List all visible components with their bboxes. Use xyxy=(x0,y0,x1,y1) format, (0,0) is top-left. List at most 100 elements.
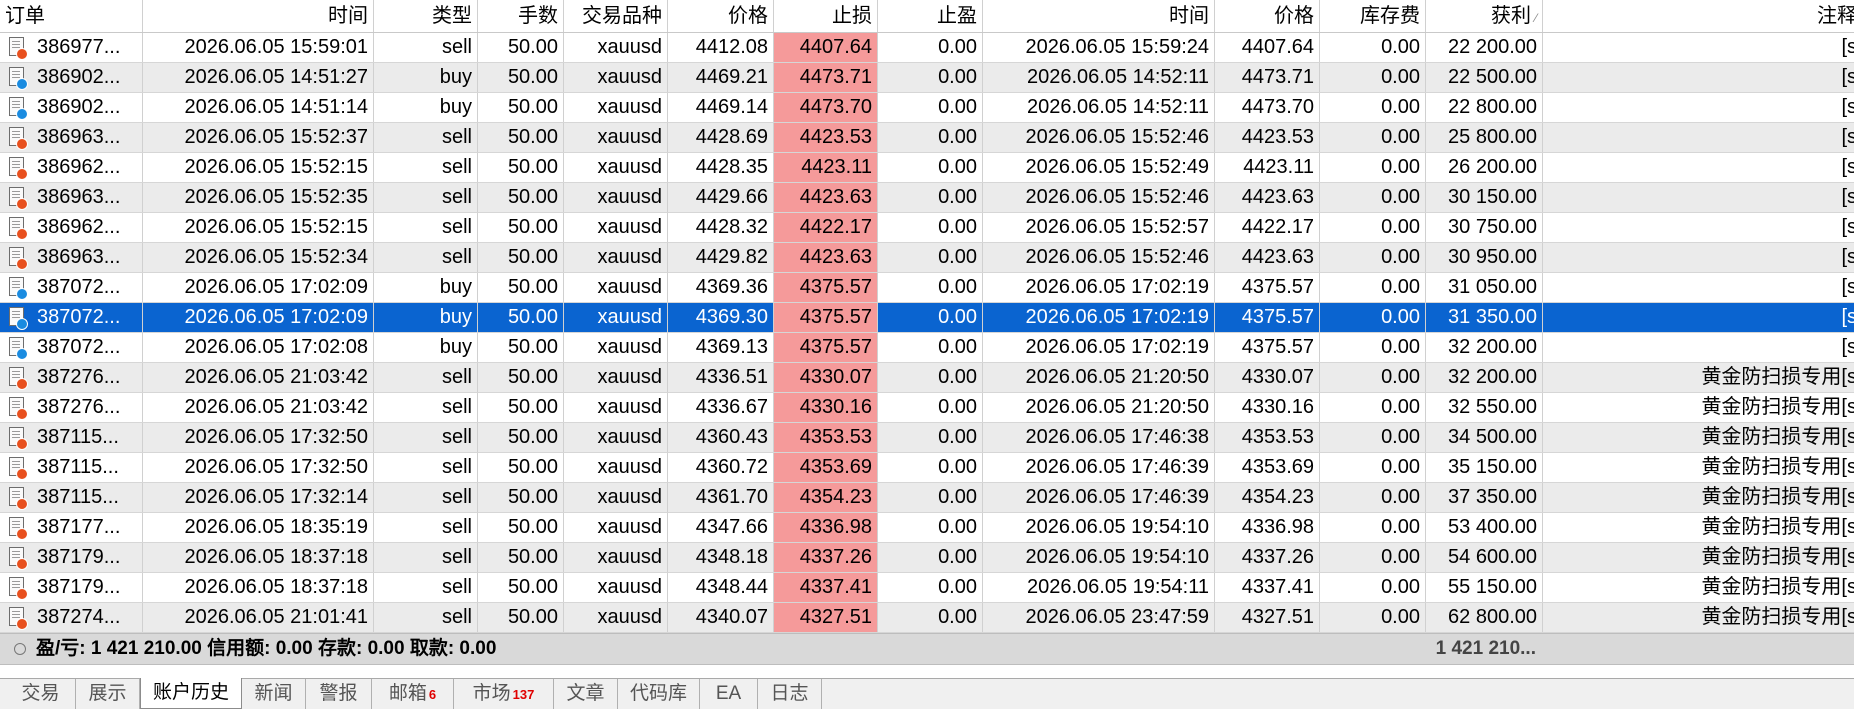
order-direction-dot xyxy=(16,498,28,510)
column-label: 注释 xyxy=(1817,5,1854,27)
order-direction-dot xyxy=(16,348,28,360)
sell-order-icon xyxy=(9,367,28,390)
col-symbol-header[interactable]: 交易品种 xyxy=(564,0,668,32)
col-close-time-cell: 2026.06.05 15:52:46 xyxy=(983,123,1215,152)
col-type-header[interactable]: 类型 xyxy=(374,0,478,32)
table-row[interactable]: 387115... 2026.06.05 17:32:50 sell 50.00 xau… xyxy=(0,453,1854,483)
col-take-profit-cell: 0.00 xyxy=(878,153,983,182)
tab-label: 邮箱 xyxy=(388,683,427,704)
tab-5[interactable]: 邮箱 6 xyxy=(372,679,454,709)
col-swap-header[interactable]: 库存费 xyxy=(1320,0,1426,32)
col-close-time-header[interactable]: 时间 xyxy=(983,0,1215,32)
table-row[interactable]: 386963... 2026.06.05 15:52:37 sell 50.00 xau… xyxy=(0,123,1854,153)
col-close-price-header[interactable]: 价格 xyxy=(1215,0,1320,32)
table-row[interactable]: 387115... 2026.06.05 17:32:50 sell 50.00 xau… xyxy=(0,423,1854,453)
col-take-profit-header[interactable]: 止盈 xyxy=(878,0,983,32)
sell-order-icon xyxy=(9,577,28,600)
table-row[interactable]: 386977... 2026.06.05 15:59:01 sell 50.00 xau… xyxy=(0,33,1854,63)
col-comment-cell: 黄金防扫损专用[s xyxy=(1543,513,1854,542)
table-row[interactable]: 386963... 2026.06.05 15:52:34 sell 50.00 xau… xyxy=(0,243,1854,273)
col-open-time-cell: 2026.06.05 15:52:37 xyxy=(143,123,374,152)
buy-order-icon xyxy=(9,67,28,90)
table-row[interactable]: 387115... 2026.06.05 17:32:14 sell 50.00 xau… xyxy=(0,483,1854,513)
col-open-time-cell: 2026.06.05 18:37:18 xyxy=(143,543,374,572)
col-open-time-cell: 2026.06.05 21:03:42 xyxy=(143,363,374,392)
tab-3[interactable]: 新闻 xyxy=(242,679,306,709)
table-row[interactable]: 387072... 2026.06.05 17:02:09 buy 50.00 xauu… xyxy=(0,273,1854,303)
col-swap-cell: 0.00 xyxy=(1320,543,1426,572)
table-row[interactable]: 386902... 2026.06.05 14:51:27 buy 50.00 xauu… xyxy=(0,63,1854,93)
col-close-price-cell: 4336.98 xyxy=(1215,513,1320,542)
tab-2[interactable]: 账户历史 xyxy=(140,678,242,709)
order-number: 386963... xyxy=(37,126,121,148)
col-open-price-cell: 4369.36 xyxy=(668,273,774,302)
order-number: 387115... xyxy=(37,456,119,478)
col-open-time-cell: 2026.06.05 18:37:18 xyxy=(143,573,374,602)
table-row[interactable]: 386962... 2026.06.05 15:52:15 sell 50.00 xau… xyxy=(0,153,1854,183)
sell-order-icon xyxy=(9,487,28,510)
column-label: 获利 xyxy=(1490,5,1531,27)
tab-9[interactable]: EA xyxy=(700,679,758,709)
col-comment-header[interactable]: 注释 xyxy=(1543,0,1854,32)
tab-6[interactable]: 市场 137 xyxy=(454,679,554,709)
col-stop-loss-cell: 4353.53 xyxy=(774,423,878,452)
tab-10[interactable]: 日志 xyxy=(758,679,822,709)
col-volume-cell: 50.00 xyxy=(478,123,564,152)
col-open-price-cell: 4340.07 xyxy=(668,603,774,632)
col-order-cell: 387115... xyxy=(0,483,143,512)
col-stop-loss-cell: 4353.69 xyxy=(774,453,878,482)
table-body: 386977... 2026.06.05 15:59:01 sell 50.00 xau… xyxy=(0,33,1854,633)
order-number: 386977... xyxy=(37,36,121,58)
table-row[interactable]: 387276... 2026.06.05 21:03:42 sell 50.00 xau… xyxy=(0,363,1854,393)
column-label: 订单 xyxy=(5,5,45,27)
tab-7[interactable]: 文章 xyxy=(554,679,618,709)
order-direction-dot xyxy=(16,288,28,300)
table-row-selected[interactable]: 387072... 2026.06.05 17:02:09 buy 50.00 xauu… xyxy=(0,303,1854,333)
col-order-header[interactable]: 订单 xyxy=(0,0,143,32)
col-profit-cell: 55 150.00 xyxy=(1426,573,1543,602)
order-number: 386902... xyxy=(37,66,121,88)
order-direction-dot xyxy=(16,408,28,420)
col-volume-cell: 50.00 xyxy=(478,33,564,62)
order-direction-dot xyxy=(16,108,28,120)
col-profit-cell: 22 200.00 xyxy=(1426,33,1543,62)
col-volume-header[interactable]: 手数 xyxy=(478,0,564,32)
summary-bar: 盈/亏: 1 421 210.00 信用额: 0.00 存款: 0.00 取款:… xyxy=(0,633,1854,665)
table-row[interactable]: 387276... 2026.06.05 21:03:42 sell 50.00 xau… xyxy=(0,393,1854,423)
tab-0[interactable]: 交易 xyxy=(6,679,76,709)
tab-4[interactable]: 警报 xyxy=(306,679,372,709)
col-open-time-header[interactable]: 时间 xyxy=(143,0,374,32)
col-open-price-header[interactable]: 价格 xyxy=(668,0,774,32)
sell-order-icon xyxy=(9,127,28,150)
sell-order-icon xyxy=(9,427,28,450)
col-order-cell: 387115... xyxy=(0,453,143,482)
table-row[interactable]: 387179... 2026.06.05 18:37:18 sell 50.00 xau… xyxy=(0,543,1854,573)
order-number: 386962... xyxy=(37,216,121,238)
buy-order-icon xyxy=(9,277,28,300)
table-row[interactable]: 386902... 2026.06.05 14:51:14 buy 50.00 xauu… xyxy=(0,93,1854,123)
col-swap-cell: 0.00 xyxy=(1320,603,1426,632)
table-row[interactable]: 387179... 2026.06.05 18:37:18 sell 50.00 xau… xyxy=(0,573,1854,603)
col-open-time-cell: 2026.06.05 17:02:08 xyxy=(143,333,374,362)
order-direction-dot xyxy=(16,168,28,180)
tab-8[interactable]: 代码库 xyxy=(618,679,700,709)
order-direction-dot xyxy=(16,558,28,570)
col-take-profit-cell: 0.00 xyxy=(878,573,983,602)
column-label: 手数 xyxy=(518,5,558,27)
tab-1[interactable]: 展示 xyxy=(76,679,140,709)
col-comment-cell: 黄金防扫损专用[s xyxy=(1543,453,1854,482)
table-row[interactable]: 386962... 2026.06.05 15:52:15 sell 50.00 xau… xyxy=(0,213,1854,243)
col-symbol-cell: xauusd xyxy=(564,243,668,272)
col-close-time-cell: 2026.06.05 15:59:24 xyxy=(983,33,1215,62)
col-symbol-cell: xauusd xyxy=(564,603,668,632)
col-profit-header[interactable]: 获利 ⁄ xyxy=(1426,0,1543,32)
col-type-cell: buy xyxy=(374,303,478,332)
table-row[interactable]: 387177... 2026.06.05 18:35:19 sell 50.00 xau… xyxy=(0,513,1854,543)
table-row[interactable]: 387072... 2026.06.05 17:02:08 buy 50.00 xauu… xyxy=(0,333,1854,363)
col-take-profit-cell: 0.00 xyxy=(878,303,983,332)
col-stop-loss-header[interactable]: 止损 xyxy=(774,0,878,32)
buy-order-icon xyxy=(9,337,28,360)
table-row[interactable]: 387274... 2026.06.05 21:01:41 sell 50.00 xau… xyxy=(0,603,1854,633)
table-row[interactable]: 386963... 2026.06.05 15:52:35 sell 50.00 xau… xyxy=(0,183,1854,213)
col-order-cell: 387276... xyxy=(0,393,143,422)
